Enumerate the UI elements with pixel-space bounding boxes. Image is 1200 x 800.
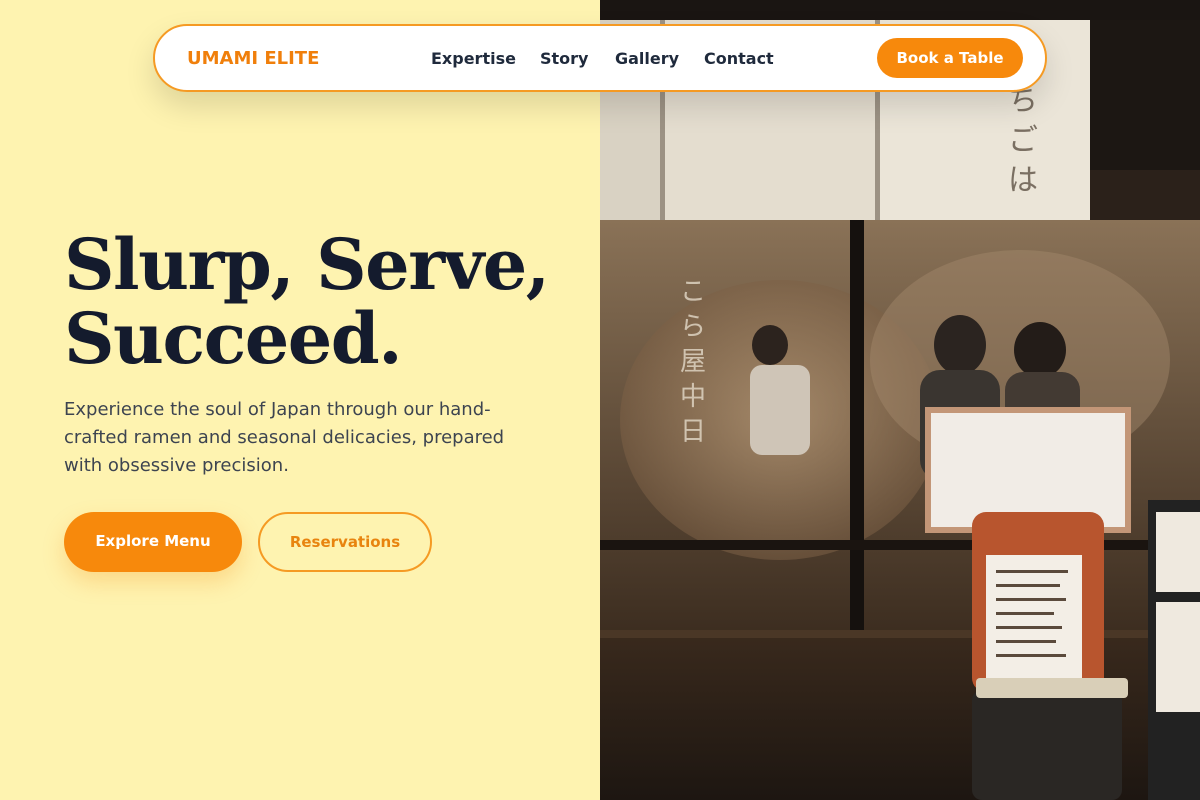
brand-logo[interactable]: UMAMI ELITE: [187, 48, 319, 69]
hero-title-line-1: Slurp, Serve,: [64, 223, 550, 306]
svg-text:こ: こ: [680, 277, 706, 307]
svg-text:日: 日: [680, 417, 706, 447]
hero-photo: ち ご は こ ら 屋 中 日: [600, 0, 1200, 800]
hero-title: Slurp, Serve, Succeed.: [64, 228, 584, 376]
ramen-shop-storefront-photo: ち ご は こ ら 屋 中 日: [600, 0, 1200, 800]
nav-link-contact[interactable]: Contact: [704, 49, 774, 68]
top-navbar: UMAMI ELITE Expertise Story Gallery Cont…: [153, 24, 1047, 92]
hero-subtitle: Experience the soul of Japan through our…: [64, 399, 505, 476]
reservations-button[interactable]: Reservations: [258, 512, 432, 572]
nav-link-expertise[interactable]: Expertise: [431, 49, 516, 68]
nav-link-story[interactable]: Story: [540, 49, 588, 68]
book-table-button[interactable]: Book a Table: [877, 38, 1023, 78]
explore-menu-button[interactable]: Explore Menu: [64, 512, 242, 572]
svg-text:ご: ご: [1008, 123, 1038, 158]
hero-title-line-2: Succeed.: [64, 297, 403, 380]
svg-text:ら: ら: [680, 312, 706, 342]
svg-text:は: は: [1008, 163, 1038, 198]
svg-text:屋: 屋: [680, 347, 706, 377]
svg-text:中: 中: [680, 382, 706, 412]
nav-link-gallery[interactable]: Gallery: [615, 49, 679, 68]
